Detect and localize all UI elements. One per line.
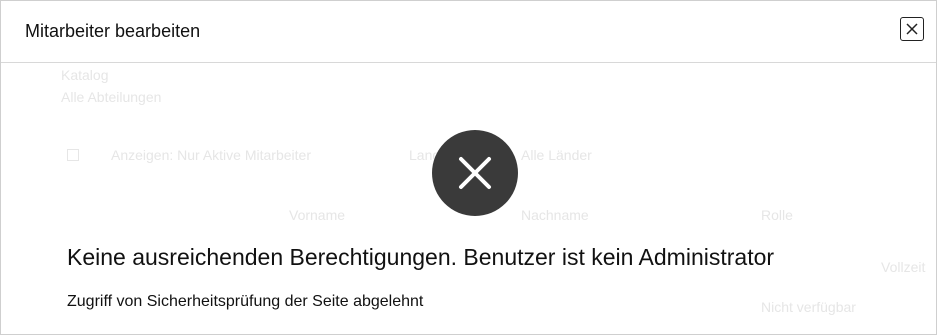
close-icon: [906, 23, 918, 35]
bg-col-first: Vorname: [289, 207, 346, 223]
bg-row-right: Vollzeit: [881, 259, 926, 275]
dialog-header: Mitarbeiter bearbeiten: [1, 1, 936, 63]
error-x-icon: [432, 130, 518, 216]
edit-employee-dialog: Mitarbeiter bearbeiten Katalog Alle Abte…: [0, 0, 937, 335]
bg-row-right2: Nicht verfügbar: [761, 299, 856, 315]
bg-checkbox: [67, 149, 79, 161]
close-button[interactable]: [900, 17, 924, 41]
bg-checkbox-label: Anzeigen: Nur Aktive Mitarbeiter: [111, 147, 311, 163]
bg-section-value: Alle Abteilungen: [61, 89, 162, 105]
error-heading: Keine ausreichenden Berechtigungen. Benu…: [67, 244, 775, 270]
bg-col-last: Nachname: [521, 207, 589, 223]
bg-filter-value: Alle Länder: [521, 147, 592, 163]
bg-col-role: Rolle: [761, 207, 793, 223]
error-detail: Zugriff von Sicherheitsprüfung der Seite…: [67, 293, 424, 310]
bg-section-label: Katalog: [61, 67, 109, 83]
dialog-title: Mitarbeiter bearbeiten: [25, 21, 201, 41]
